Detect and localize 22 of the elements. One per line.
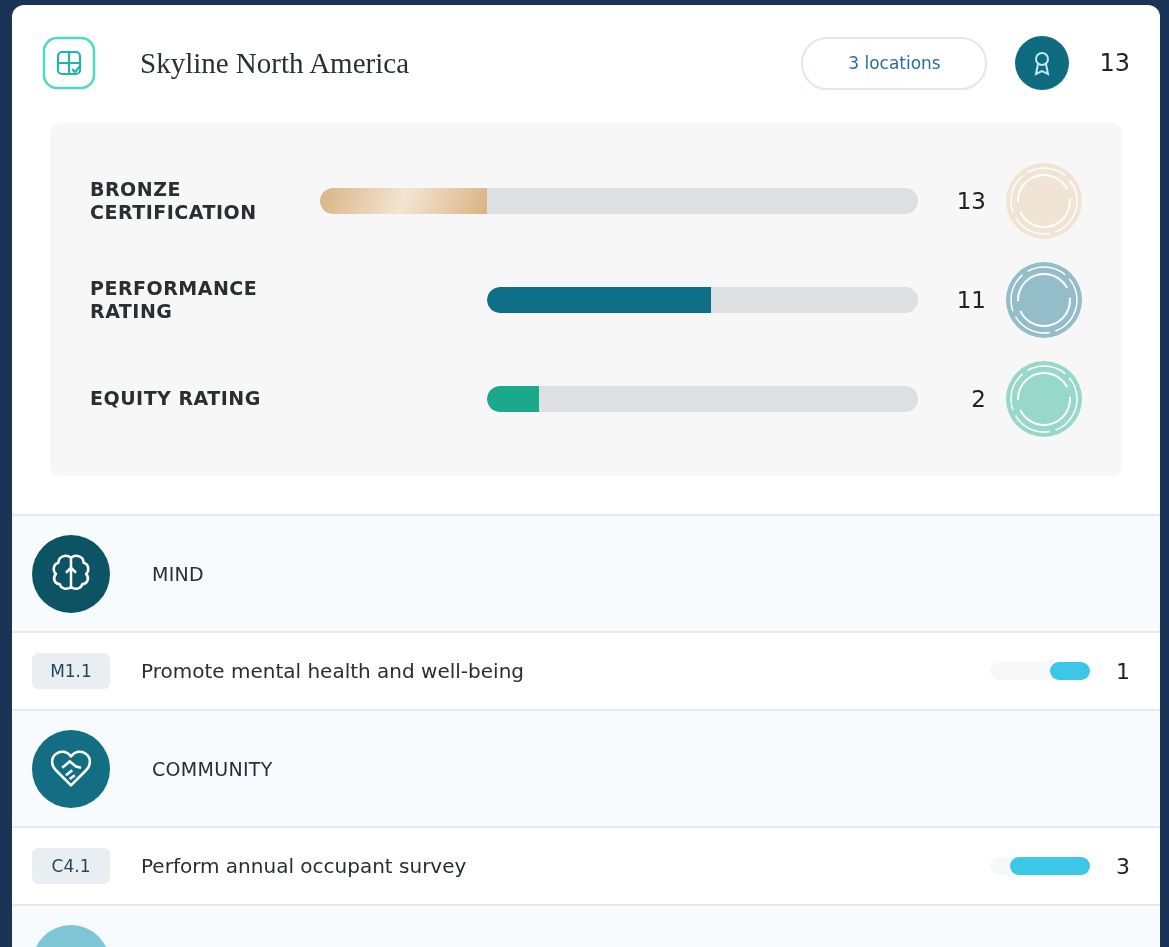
category-title: COMMUNITY [152, 757, 273, 780]
metric-value: 13 [955, 187, 986, 214]
metric-value: 2 [970, 385, 986, 412]
metric-label: EQUITY RATING [90, 387, 262, 410]
category-title: MIND [152, 562, 205, 585]
metric-label: BRONZE CERTIFICATION [90, 177, 258, 224]
requirement-count: 3 [1115, 853, 1130, 879]
requirement-code: C4.1 [32, 848, 110, 884]
organization-title: Skyline North America [140, 46, 410, 80]
medal-icon [1006, 162, 1082, 239]
metric-label: PERFORMANCE RATING [90, 276, 259, 323]
locations-button[interactable]: 3 locations [801, 36, 988, 90]
grid-check-icon [42, 36, 96, 90]
medal-icon [1006, 261, 1082, 338]
requirement-title: Perform annual occupant survey [141, 854, 468, 878]
metric-value: 11 [955, 286, 986, 313]
award-count: 13 [1099, 49, 1130, 77]
requirement-count: 1 [1115, 658, 1130, 684]
requirement-code: M1.1 [32, 653, 110, 689]
requirement-title: Promote mental health and well-being [141, 659, 525, 683]
medal-icon [1006, 360, 1082, 437]
award-ribbon-icon [1015, 36, 1070, 90]
